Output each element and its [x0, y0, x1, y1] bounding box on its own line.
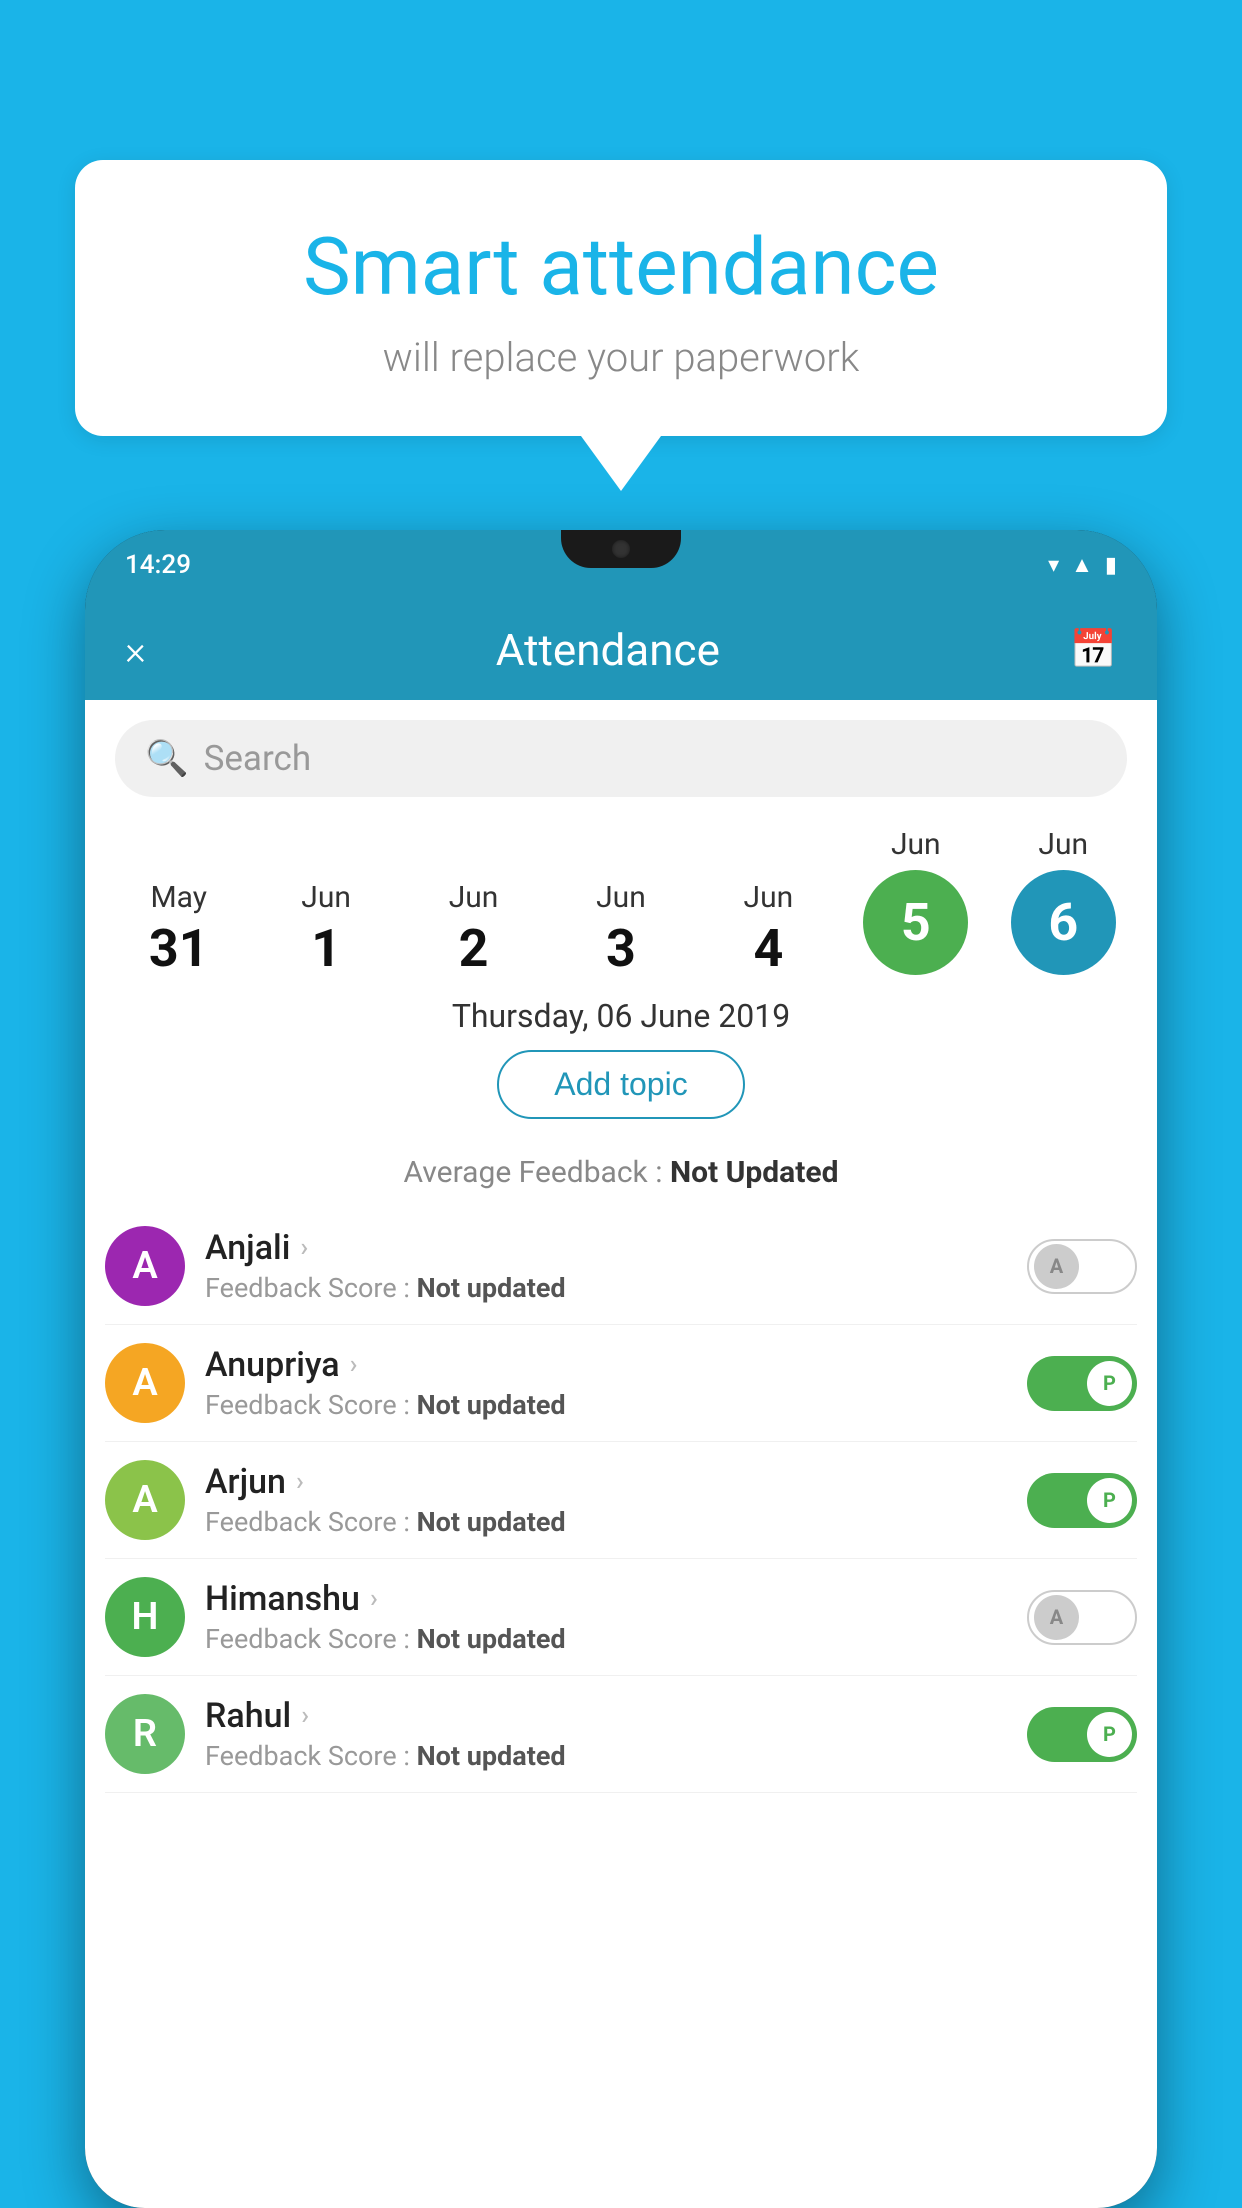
- date-item[interactable]: Jun 3: [561, 880, 681, 975]
- student-avatar: A: [105, 1226, 185, 1306]
- signal-icon: ▲: [1071, 552, 1093, 578]
- student-info: Rahul › Feedback Score : Not updated: [205, 1696, 1027, 1772]
- add-topic-button[interactable]: Add topic: [497, 1050, 744, 1119]
- attendance-toggle-on[interactable]: P: [1027, 1473, 1137, 1528]
- close-button[interactable]: ×: [125, 627, 146, 674]
- date-number[interactable]: 4: [753, 923, 783, 975]
- chevron-right-icon: ›: [301, 1701, 309, 1731]
- date-month: Jun: [596, 880, 646, 915]
- date-item[interactable]: Jun 5: [856, 827, 976, 975]
- student-info: Arjun › Feedback Score : Not updated: [205, 1462, 1027, 1538]
- student-name: Anupriya ›: [205, 1345, 1027, 1385]
- wifi-icon: ▾: [1048, 553, 1059, 578]
- date-number[interactable]: 5: [863, 870, 968, 975]
- student-info: Anupriya › Feedback Score : Not updated: [205, 1345, 1027, 1421]
- date-item[interactable]: Jun 2: [414, 880, 534, 975]
- date-month: Jun: [1038, 827, 1088, 862]
- student-info: Anjali › Feedback Score : Not updated: [205, 1228, 1027, 1304]
- date-item[interactable]: Jun 6: [1003, 827, 1123, 975]
- notch: [561, 530, 681, 568]
- date-month: May: [150, 880, 206, 915]
- speech-bubble: Smart attendance will replace your paper…: [75, 160, 1167, 436]
- date-item[interactable]: Jun 4: [708, 880, 828, 975]
- attendance-toggle-off[interactable]: A: [1027, 1239, 1137, 1294]
- phone-frame: 14:29 ▾ ▲ ▮ × Attendance 📅 🔍 Search May 3…: [85, 530, 1157, 2208]
- selected-date-label: Thursday, 06 June 2019: [85, 997, 1157, 1035]
- date-number[interactable]: 1: [311, 923, 341, 975]
- student-name: Anjali ›: [205, 1228, 1027, 1268]
- toggle-knob: P: [1087, 1478, 1132, 1523]
- attendance-toggle-on[interactable]: P: [1027, 1707, 1137, 1762]
- chevron-right-icon: ›: [300, 1233, 308, 1263]
- app-title: Attendance: [496, 624, 720, 676]
- student-avatar: H: [105, 1577, 185, 1657]
- search-icon: 🔍: [145, 738, 189, 779]
- date-row: May 31 Jun 1 Jun 2 Jun 3 Jun 4 Jun 5 Jun 6: [85, 817, 1157, 975]
- student-item[interactable]: A Arjun › Feedback Score : Not updated P: [105, 1442, 1137, 1559]
- student-list: AAnjali ›Feedback Score : Not updatedAAA…: [85, 1208, 1157, 1793]
- student-feedback: Feedback Score : Not updated: [205, 1389, 1027, 1421]
- student-feedback: Feedback Score : Not updated: [205, 1623, 1027, 1655]
- search-bar[interactable]: 🔍 Search: [115, 720, 1127, 797]
- student-name: Himanshu ›: [205, 1579, 1027, 1619]
- toggle-knob: A: [1034, 1244, 1079, 1289]
- student-info: Himanshu › Feedback Score : Not updated: [205, 1579, 1027, 1655]
- student-item[interactable]: R Rahul › Feedback Score : Not updated P: [105, 1676, 1137, 1793]
- status-icons: ▾ ▲ ▮: [1048, 552, 1117, 578]
- chevron-right-icon: ›: [350, 1350, 358, 1380]
- calendar-icon[interactable]: 📅: [1070, 628, 1117, 672]
- student-item[interactable]: A Anupriya › Feedback Score : Not updated P: [105, 1325, 1137, 1442]
- status-bar: 14:29 ▾ ▲ ▮: [85, 530, 1157, 600]
- average-feedback: Average Feedback : Not Updated: [85, 1155, 1157, 1190]
- app-content: 🔍 Search May 31 Jun 1 Jun 2 Jun 3 Jun 4 Jun 5 Jun 6 T…: [85, 700, 1157, 2208]
- date-item[interactable]: May 31: [119, 880, 239, 975]
- camera: [612, 540, 630, 558]
- student-feedback: Feedback Score : Not updated: [205, 1272, 1027, 1304]
- toggle-knob: P: [1087, 1361, 1132, 1406]
- date-number[interactable]: 31: [149, 923, 209, 975]
- date-number[interactable]: 2: [459, 923, 489, 975]
- chevron-right-icon: ›: [370, 1584, 378, 1614]
- student-feedback: Feedback Score : Not updated: [205, 1740, 1027, 1772]
- student-name: Rahul ›: [205, 1696, 1027, 1736]
- battery-icon: ▮: [1105, 553, 1117, 578]
- chevron-right-icon: ›: [296, 1467, 304, 1497]
- speech-bubble-wrapper: Smart attendance will replace your paper…: [75, 160, 1167, 491]
- student-item[interactable]: AAnjali ›Feedback Score : Not updatedA: [105, 1208, 1137, 1325]
- date-month: Jun: [449, 880, 499, 915]
- toggle-knob: A: [1034, 1595, 1079, 1640]
- speech-bubble-title: Smart attendance: [125, 220, 1117, 314]
- date-number[interactable]: 6: [1011, 870, 1116, 975]
- attendance-toggle-on[interactable]: P: [1027, 1356, 1137, 1411]
- student-name: Arjun ›: [205, 1462, 1027, 1502]
- speech-bubble-subtitle: will replace your paperwork: [125, 334, 1117, 381]
- student-item[interactable]: H Himanshu › Feedback Score : Not updatedA: [105, 1559, 1137, 1676]
- student-feedback: Feedback Score : Not updated: [205, 1506, 1027, 1538]
- toggle-knob: P: [1087, 1712, 1132, 1757]
- phone-time: 14:29: [125, 550, 191, 580]
- student-avatar: R: [105, 1694, 185, 1774]
- date-item[interactable]: Jun 1: [266, 880, 386, 975]
- date-month: Jun: [744, 880, 794, 915]
- student-avatar: A: [105, 1343, 185, 1423]
- student-avatar: A: [105, 1460, 185, 1540]
- date-month: Jun: [301, 880, 351, 915]
- date-month: Jun: [891, 827, 941, 862]
- date-number[interactable]: 3: [606, 923, 636, 975]
- app-header: × Attendance 📅: [85, 600, 1157, 700]
- search-placeholder: Search: [204, 738, 312, 779]
- speech-bubble-arrow: [581, 436, 661, 491]
- attendance-toggle-off[interactable]: A: [1027, 1590, 1137, 1645]
